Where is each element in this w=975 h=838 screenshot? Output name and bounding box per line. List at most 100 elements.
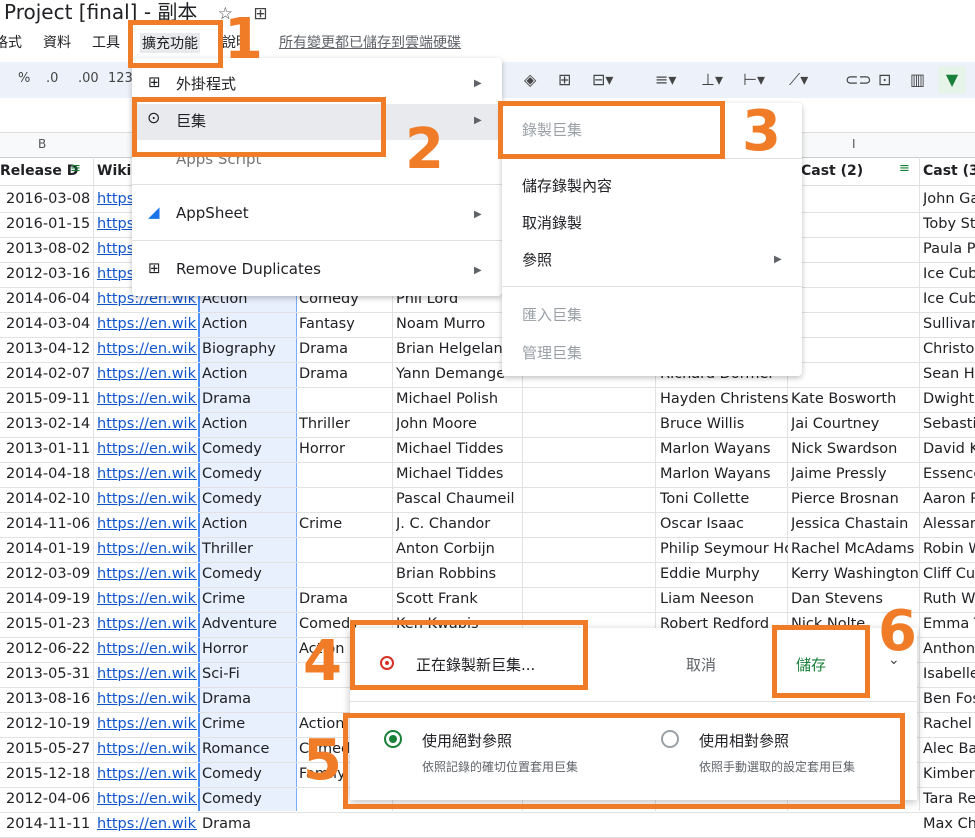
- cell-cast1[interactable]: Marlon Wayans: [660, 466, 788, 482]
- cell-cast3[interactable]: Paula P: [923, 241, 975, 257]
- cell-genre[interactable]: Crime: [202, 716, 294, 732]
- cell-date[interactable]: 2016-03-08: [6, 191, 90, 207]
- cell-genre[interactable]: Sci-Fi: [202, 666, 294, 682]
- cell-cast1[interactable]: Oscar Isaac: [660, 516, 788, 532]
- column-i-header[interactable]: I: [852, 137, 856, 151]
- cell-director[interactable]: Michael Polish: [396, 391, 522, 407]
- menu-format[interactable]: 格式: [0, 32, 22, 52]
- menu-item-addons[interactable]: 外掛程式: [176, 73, 236, 94]
- cell-director[interactable]: Anton Corbijn: [396, 541, 522, 557]
- cell-cast3[interactable]: Ice Cub: [923, 291, 975, 307]
- cell-cast3[interactable]: Ice Cub: [923, 266, 975, 282]
- filter-icon[interactable]: ≡: [899, 161, 910, 176]
- cell-genre2[interactable]: Drama: [299, 591, 391, 607]
- cell-director[interactable]: Michael Tiddes: [396, 466, 522, 482]
- cell-wiki[interactable]: https://en.wiki: [97, 691, 197, 707]
- cell-wiki[interactable]: https://en.wiki: [97, 591, 197, 607]
- menu-item-cancel-recording[interactable]: 取消錄製: [522, 212, 582, 233]
- cell-date[interactable]: 2012-04-06: [6, 791, 90, 807]
- cell-cast3[interactable]: Kimberl: [923, 766, 975, 782]
- cell-cast3[interactable]: Anthony: [923, 641, 975, 657]
- cell-cast1[interactable]: Philip Seymour Hoffman: [660, 541, 788, 557]
- cell-cast3[interactable]: Tara Re: [923, 791, 975, 807]
- menu-item-manage-macros[interactable]: 管理巨集: [522, 342, 582, 363]
- header-release-date[interactable]: Release D: [0, 163, 78, 179]
- text-rotate-icon[interactable]: ⟋▾: [789, 70, 808, 90]
- cell-genre[interactable]: Drama: [202, 816, 294, 832]
- cell-director[interactable]: Michael Tiddes: [396, 441, 522, 457]
- cell-wiki[interactable]: https://en.wiki: [97, 416, 197, 432]
- cell-cast2[interactable]: Jessica Chastain: [791, 516, 919, 532]
- saved-status[interactable]: 所有變更都已儲存到雲端硬碟: [279, 32, 461, 52]
- cell-genre[interactable]: Romance: [202, 741, 294, 757]
- filter-icon[interactable]: ≡: [70, 161, 81, 176]
- cell-genre[interactable]: Action: [202, 316, 294, 332]
- cell-date[interactable]: 2014-09-19: [6, 591, 90, 607]
- cell-date[interactable]: 2013-01-11: [6, 441, 90, 457]
- menu-data[interactable]: 資料: [43, 32, 71, 52]
- cell-wiki[interactable]: https://en.wiki: [97, 716, 197, 732]
- cell-date[interactable]: 2013-08-02: [6, 241, 90, 257]
- cell-cast2[interactable]: Jaime Pressly: [791, 466, 919, 482]
- cell-wiki[interactable]: https://en.wiki: [97, 666, 197, 682]
- cell-cast3[interactable]: Dwight: [923, 391, 975, 407]
- cell-cast3[interactable]: Emma T: [923, 616, 975, 632]
- cell-date[interactable]: 2012-03-16: [6, 266, 90, 282]
- cell-genre2[interactable]: Fantasy: [299, 316, 391, 332]
- cell-cast1[interactable]: Bruce Willis: [660, 416, 788, 432]
- cell-wiki[interactable]: https://en.wiki: [97, 566, 197, 582]
- cell-date[interactable]: 2014-06-04: [6, 291, 90, 307]
- cell-date[interactable]: 2014-02-07: [6, 366, 90, 382]
- cell-date[interactable]: 2012-10-19: [6, 716, 90, 732]
- percent-format-button[interactable]: %: [18, 71, 30, 86]
- cell-date[interactable]: 2015-09-11: [6, 391, 90, 407]
- cell-genre2[interactable]: Crime: [299, 516, 391, 532]
- filter-icon[interactable]: ▼: [938, 66, 966, 94]
- cell-date[interactable]: 2013-08-16: [6, 691, 90, 707]
- cell-genre[interactable]: Action: [202, 416, 294, 432]
- cell-wiki[interactable]: https://en.wiki: [97, 366, 197, 382]
- cell-cast3[interactable]: Cliff Cu: [923, 566, 975, 582]
- cell-genre2[interactable]: Thriller: [299, 416, 391, 432]
- menu-item-remove-duplicates[interactable]: Remove Duplicates: [176, 260, 321, 278]
- align-left-icon[interactable]: ≡▾: [655, 70, 676, 89]
- text-wrap-icon[interactable]: ⊢▾: [743, 70, 765, 89]
- cell-cast2[interactable]: Kerry Washington: [791, 566, 919, 582]
- cell-cast2[interactable]: Nick Swardson: [791, 441, 919, 457]
- cell-date[interactable]: 2015-01-23: [6, 616, 90, 632]
- cell-genre[interactable]: Crime: [202, 591, 294, 607]
- cell-cast3[interactable]: Christop: [923, 341, 975, 357]
- cell-cast2[interactable]: Pierce Brosnan: [791, 491, 919, 507]
- cell-genre[interactable]: Comedy: [202, 491, 294, 507]
- cell-wiki[interactable]: https://en.wiki: [97, 741, 197, 757]
- menu-item-import-macro[interactable]: 匯入巨集: [522, 304, 582, 325]
- cell-cast3[interactable]: Alec Ba: [923, 741, 975, 757]
- cell-cast3[interactable]: David K: [923, 441, 975, 457]
- cell-date[interactable]: 2014-11-11: [6, 816, 90, 832]
- cell-wiki[interactable]: https://en.wiki: [97, 816, 197, 832]
- cell-date[interactable]: 2015-12-18: [6, 766, 90, 782]
- cell-cast3[interactable]: Sebasti: [923, 416, 975, 432]
- menu-tools[interactable]: 工具: [92, 32, 120, 52]
- header-wiki[interactable]: Wiki: [97, 163, 131, 179]
- cell-wiki[interactable]: https://en.wiki: [97, 641, 197, 657]
- cell-genre[interactable]: Drama: [202, 691, 294, 707]
- cell-genre[interactable]: Comedy: [202, 791, 294, 807]
- cell-wiki[interactable]: https://en.wiki: [97, 316, 197, 332]
- cell-wiki[interactable]: https://en.wiki: [97, 491, 197, 507]
- cell-date[interactable]: 2014-04-18: [6, 466, 90, 482]
- cell-cast3[interactable]: Robin W: [923, 541, 975, 557]
- header-cast-3[interactable]: Cast (3: [923, 163, 975, 179]
- cell-wiki[interactable]: https://en.wiki: [97, 466, 197, 482]
- cell-cast3[interactable]: Aaron P: [923, 491, 975, 507]
- cell-cast3[interactable]: Max Ch: [923, 816, 975, 832]
- cell-director[interactable]: J. C. Chandor: [396, 516, 522, 532]
- cell-wiki[interactable]: https://en.wiki: [97, 766, 197, 782]
- column-b-header[interactable]: B: [38, 137, 46, 151]
- cell-wiki[interactable]: https://en.wiki: [97, 791, 197, 807]
- number-format-button[interactable]: 123: [108, 71, 133, 86]
- cell-date[interactable]: 2014-11-06: [6, 516, 90, 532]
- menu-item-reference[interactable]: 參照: [522, 249, 552, 270]
- cell-genre[interactable]: Action: [202, 516, 294, 532]
- cell-date[interactable]: 2013-02-14: [6, 416, 90, 432]
